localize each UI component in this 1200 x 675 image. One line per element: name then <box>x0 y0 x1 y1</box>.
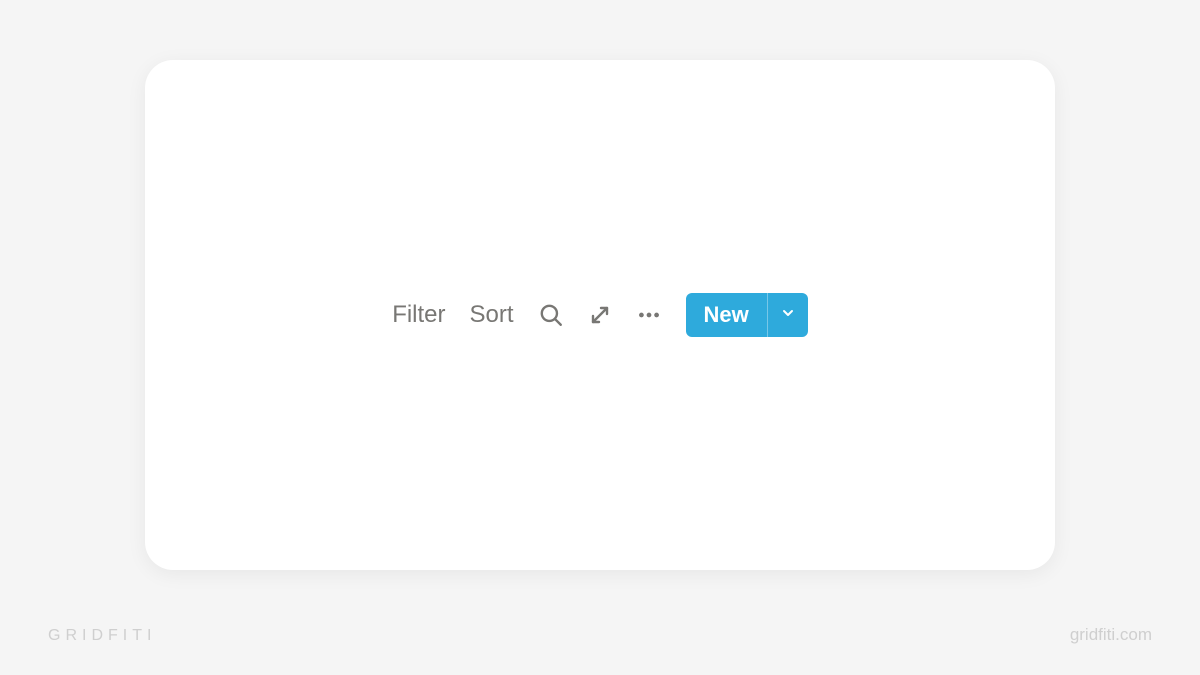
sort-button[interactable]: Sort <box>470 301 514 329</box>
chevron-down-icon <box>780 305 796 326</box>
filter-button[interactable]: Filter <box>392 301 445 329</box>
new-button-label: New <box>704 302 749 328</box>
more-options-icon[interactable] <box>636 302 662 328</box>
new-dropdown-button[interactable] <box>768 293 808 337</box>
new-button-group: New <box>686 293 808 337</box>
new-button[interactable]: New <box>686 293 767 337</box>
database-toolbar: Filter Sort <box>392 293 808 337</box>
search-icon[interactable] <box>538 302 564 328</box>
expand-icon[interactable] <box>588 303 612 327</box>
brand-watermark: GRIDFITI <box>48 627 156 645</box>
content-card: Filter Sort <box>145 60 1055 570</box>
site-url: gridfiti.com <box>1070 625 1152 645</box>
